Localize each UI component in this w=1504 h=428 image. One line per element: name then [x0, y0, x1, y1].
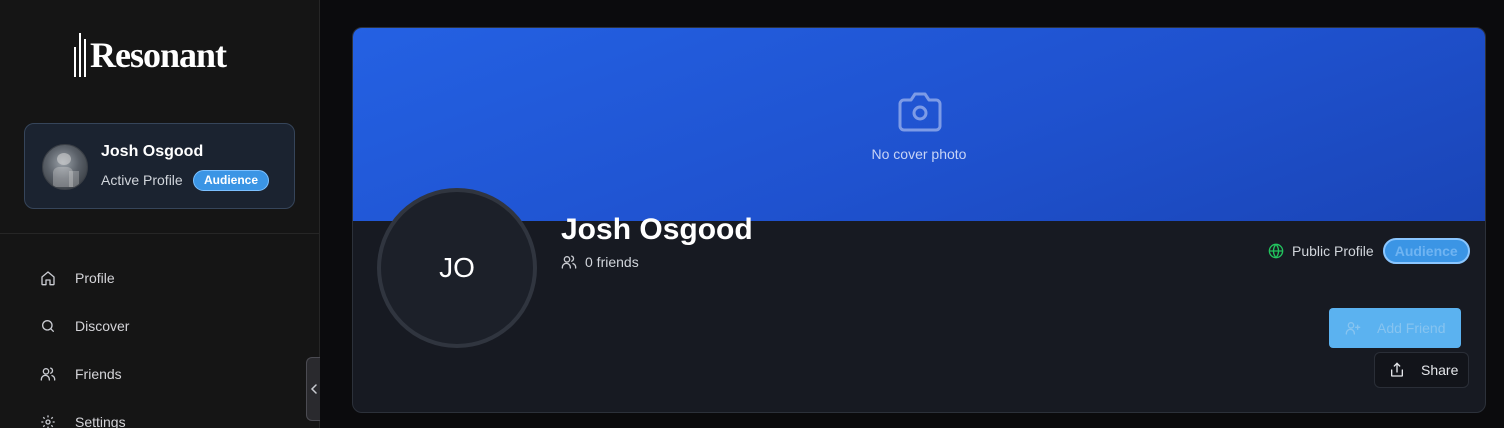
chevron-left-icon	[310, 384, 317, 394]
profile-name: Josh Osgood	[101, 143, 204, 160]
profile-panel: No cover photo	[352, 27, 1486, 413]
search-icon	[42, 320, 54, 332]
active-profile-card[interactable]: Josh Osgood Active Profile Audience	[24, 123, 295, 209]
sidebar-collapse-handle[interactable]	[306, 357, 320, 421]
avatar	[42, 144, 88, 190]
sidebar-item-friends[interactable]: Friends	[40, 362, 122, 386]
profile-visibility: Public Profile Audience	[1268, 238, 1470, 264]
sidebar-item-label: Friends	[75, 366, 122, 382]
user-plus-icon	[1345, 322, 1361, 335]
camera-icon	[898, 92, 942, 132]
home-icon	[41, 271, 55, 286]
sidebar-item-label: Discover	[75, 318, 130, 334]
users-icon	[40, 367, 56, 381]
users-icon	[561, 255, 577, 269]
page-title: Josh Osgood	[561, 213, 753, 246]
profile-type-badge: Audience	[193, 170, 270, 191]
share-button[interactable]: Share	[1374, 352, 1469, 388]
cover-placeholder-text: No cover photo	[871, 146, 967, 162]
sidebar-item-profile[interactable]: Profile	[40, 266, 115, 290]
sidebar-item-settings[interactable]: Settings	[40, 410, 126, 428]
globe-icon	[1268, 243, 1284, 259]
cover-photo-area[interactable]: No cover photo	[353, 28, 1485, 221]
share-label: Share	[1421, 362, 1459, 378]
sidebar-item-label: Settings	[75, 414, 126, 428]
app-name: Resonant	[90, 35, 227, 75]
sidebar: Resonant Josh Osgood Active Profile Audi…	[0, 0, 320, 428]
sidebar-divider	[0, 233, 320, 234]
add-friend-label: Add Friend	[1377, 320, 1446, 336]
sidebar-item-label: Profile	[75, 270, 115, 286]
logo-bars-icon	[74, 33, 86, 77]
profile-avatar[interactable]: JO	[377, 188, 537, 348]
status-badge: Audience	[1382, 238, 1470, 264]
add-friend-button[interactable]: Add Friend	[1329, 308, 1461, 348]
avatar-initials: JO	[439, 252, 475, 283]
profile-subtitle: Active Profile	[101, 172, 183, 188]
gear-icon	[41, 415, 55, 428]
friends-count-label: 0 friends	[585, 254, 639, 270]
share-icon	[1391, 362, 1403, 377]
friends-count[interactable]: 0 friends	[561, 254, 639, 270]
app-logo[interactable]: Resonant	[74, 33, 227, 77]
sidebar-item-discover[interactable]: Discover	[40, 314, 129, 338]
visibility-label: Public Profile	[1292, 243, 1374, 259]
